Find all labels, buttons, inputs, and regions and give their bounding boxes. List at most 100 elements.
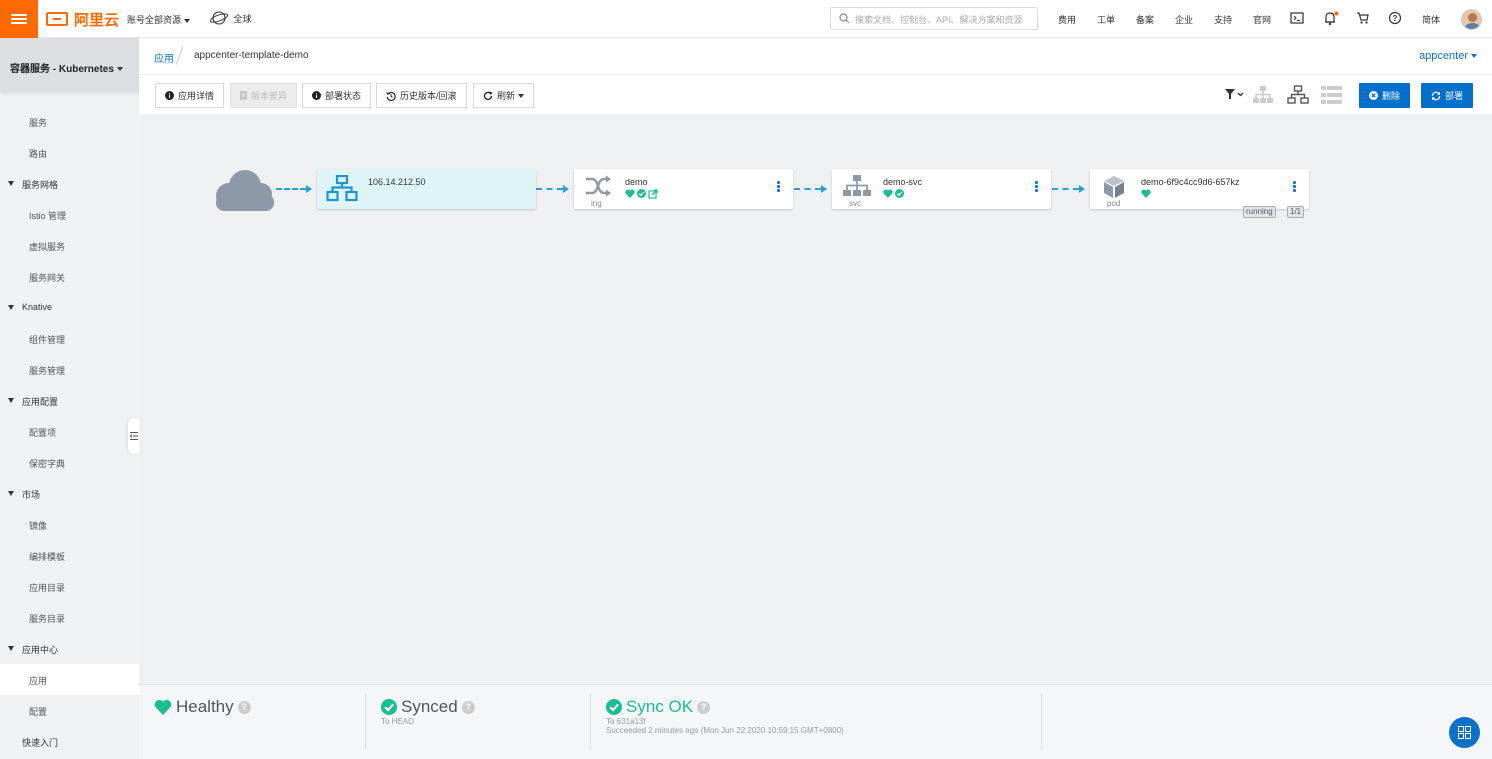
svg-text:?: ? (1393, 14, 1398, 23)
sync-label: Synced (401, 697, 458, 716)
chevron-down-icon (518, 93, 525, 98)
product-switcher[interactable]: 容器服务 - Kubernetes (0, 38, 139, 92)
cart-icon[interactable] (1356, 11, 1370, 25)
search-input[interactable]: 搜索文档、控制台、API、解决方案和资源 (830, 7, 1038, 30)
history-rollback-button[interactable]: 历史版本/回滚 (376, 83, 467, 108)
sidebar-item-1[interactable]: 路由 (0, 137, 139, 168)
chevron-down-icon (116, 67, 123, 72)
graph-node-ingress[interactable]: ing demo (574, 169, 793, 209)
sidebar-item-20[interactable]: 快速入门 (0, 726, 139, 757)
sync-icon (1431, 91, 1441, 100)
breadcrumb-parent-link[interactable]: 应用 (154, 50, 174, 65)
sidebar-item-label: 应用配置 (22, 397, 59, 407)
nav-icp[interactable]: 备案 (1136, 13, 1154, 26)
help-icon[interactable]: ? (461, 700, 475, 714)
sidebar-item-8[interactable]: 服务管理 (0, 354, 139, 385)
deploy-status-button[interactable]: 部署状态 (302, 83, 372, 108)
node-menu-icon[interactable] (777, 181, 780, 193)
help-icon[interactable]: ? (1388, 11, 1402, 25)
sidebar-item-label: 路由 (29, 149, 48, 159)
heart-icon (625, 189, 635, 198)
sidebar-group-17[interactable]: 应用中心 (0, 633, 139, 664)
divider (1041, 693, 1042, 749)
sidebar-item-19[interactable]: 配置 (0, 695, 139, 726)
nav-official-site[interactable]: 官网 (1253, 13, 1271, 26)
app-status-bar: Healthy ? Synced ? To HEAD Sync OK ? To … (139, 684, 1492, 759)
app-details-button[interactable]: 应用详情 (155, 83, 225, 108)
account-scope-dropdown[interactable]: 账号全部资源 (127, 13, 191, 26)
deploy-button[interactable]: 部署 (1421, 83, 1474, 108)
node-kind: pod (1107, 199, 1121, 208)
check-circle-icon (381, 699, 397, 715)
heart-icon (1141, 189, 1151, 198)
network-view-icon[interactable] (1287, 85, 1309, 105)
edge-arrow (821, 185, 827, 193)
chevron-down-icon (184, 18, 191, 23)
hamburger-menu-button[interactable] (0, 0, 38, 38)
list-view-icon[interactable] (1321, 85, 1342, 105)
sidebar-item-13[interactable]: 镜像 (0, 509, 139, 540)
terminal-icon[interactable] (1290, 11, 1304, 25)
nav-support[interactable]: 支持 (1214, 13, 1232, 26)
help-icon[interactable]: ? (237, 700, 251, 714)
internet-cloud-icon (216, 170, 274, 211)
version-diff-button[interactable]: 版本差异 (230, 83, 298, 108)
region-selector[interactable]: 全球 (209, 11, 252, 25)
nav-billing[interactable]: 费用 (1058, 13, 1076, 26)
sidebar-group-12[interactable]: 市场 (0, 478, 139, 509)
sidebar: 服务路由服务网格 Istio 管理 虚拟服务 服务网关 Knative 组件管理服务管理应… (0, 38, 140, 759)
node-menu-icon[interactable] (1035, 181, 1038, 193)
sidebar-group-6[interactable]: Knative (0, 292, 139, 323)
sidebar-item-5[interactable]: 服务网关 (0, 261, 139, 292)
grid-icon (1458, 726, 1471, 739)
nav-tickets[interactable]: 工单 (1097, 13, 1115, 26)
graph-node-pod[interactable]: pod demo-6f9c4cc9d6-657kz (1090, 169, 1309, 209)
divider (590, 693, 591, 749)
sidebar-item-14[interactable]: 编排模板 (0, 540, 139, 571)
sidebar-item-0[interactable]: 服务 (0, 106, 139, 137)
quick-apps-button[interactable] (1449, 717, 1480, 748)
sidebar-item-label: 应用目录 (29, 583, 66, 593)
namespace-selector[interactable]: appcenter (1419, 50, 1477, 62)
nav-enterprise[interactable]: 企业 (1175, 13, 1193, 26)
external-link-icon[interactable] (648, 189, 658, 199)
deploy-status-label: 部署状态 (325, 91, 362, 101)
sync-target: To HEAD (381, 717, 414, 726)
filter-icon[interactable] (1225, 89, 1245, 100)
sidebar-item-15[interactable]: 应用目录 (0, 571, 139, 602)
breadcrumb-current: appcenter-template-demo (194, 50, 309, 61)
node-menu-icon[interactable] (1293, 181, 1296, 193)
operation-status: Sync OK ? To 631a13f Succeeded 2 minutes… (606, 697, 844, 735)
bell-icon[interactable] (1323, 11, 1339, 26)
sidebar-item-16[interactable]: 服务目录 (0, 602, 139, 633)
language-switch[interactable]: 简体 (1422, 13, 1440, 26)
sidebar-item-4[interactable]: 虚拟服务 (0, 230, 139, 261)
edge-arrow (306, 185, 312, 193)
sidebar-item-label: 组件管理 (29, 335, 66, 345)
graph-edge (276, 188, 306, 190)
health-label: Healthy (176, 697, 234, 716)
tree-view-icon[interactable] (1252, 85, 1274, 105)
brand-name: 阿里云 (74, 11, 120, 29)
sidebar-item-3[interactable]: Istio 管理 (0, 199, 139, 230)
refresh-dropdown-button[interactable]: 刷新 (473, 83, 535, 108)
sidebar-item-11[interactable]: 保密字典 (0, 447, 139, 478)
user-avatar[interactable] (1461, 9, 1482, 30)
sidebar-item-label: 快速入门 (22, 738, 59, 748)
sidebar-item-18[interactable]: 应用 (0, 664, 139, 695)
top-bar: 阿里云 账号全部资源 全球 搜索文档、控制台、API、解决方案和资源 费用 工单… (0, 0, 1492, 38)
pod-status-tag: running (1243, 206, 1276, 218)
graph-node-loadbalancer[interactable]: 106.14.212.50 (317, 169, 536, 209)
sidebar-group-2[interactable]: 服务网格 (0, 168, 139, 199)
sidebar-item-10[interactable]: 配置项 (0, 416, 139, 447)
sidebar-item-7[interactable]: 组件管理 (0, 323, 139, 354)
sync-status: Synced ? To HEAD (381, 697, 475, 726)
delete-button[interactable]: 删除 (1359, 83, 1411, 108)
help-icon[interactable]: ? (697, 700, 711, 714)
graph-node-service[interactable]: svc demo-svc (832, 169, 1051, 209)
check-circle-icon (895, 189, 904, 198)
main-content: 应用 appcenter-template-demo appcenter 应用详… (139, 38, 1492, 759)
aliyun-logo[interactable]: 阿里云 (46, 8, 119, 30)
sidebar-group-9[interactable]: 应用配置 (0, 385, 139, 416)
sidebar-item-label: 服务目录 (29, 614, 66, 624)
